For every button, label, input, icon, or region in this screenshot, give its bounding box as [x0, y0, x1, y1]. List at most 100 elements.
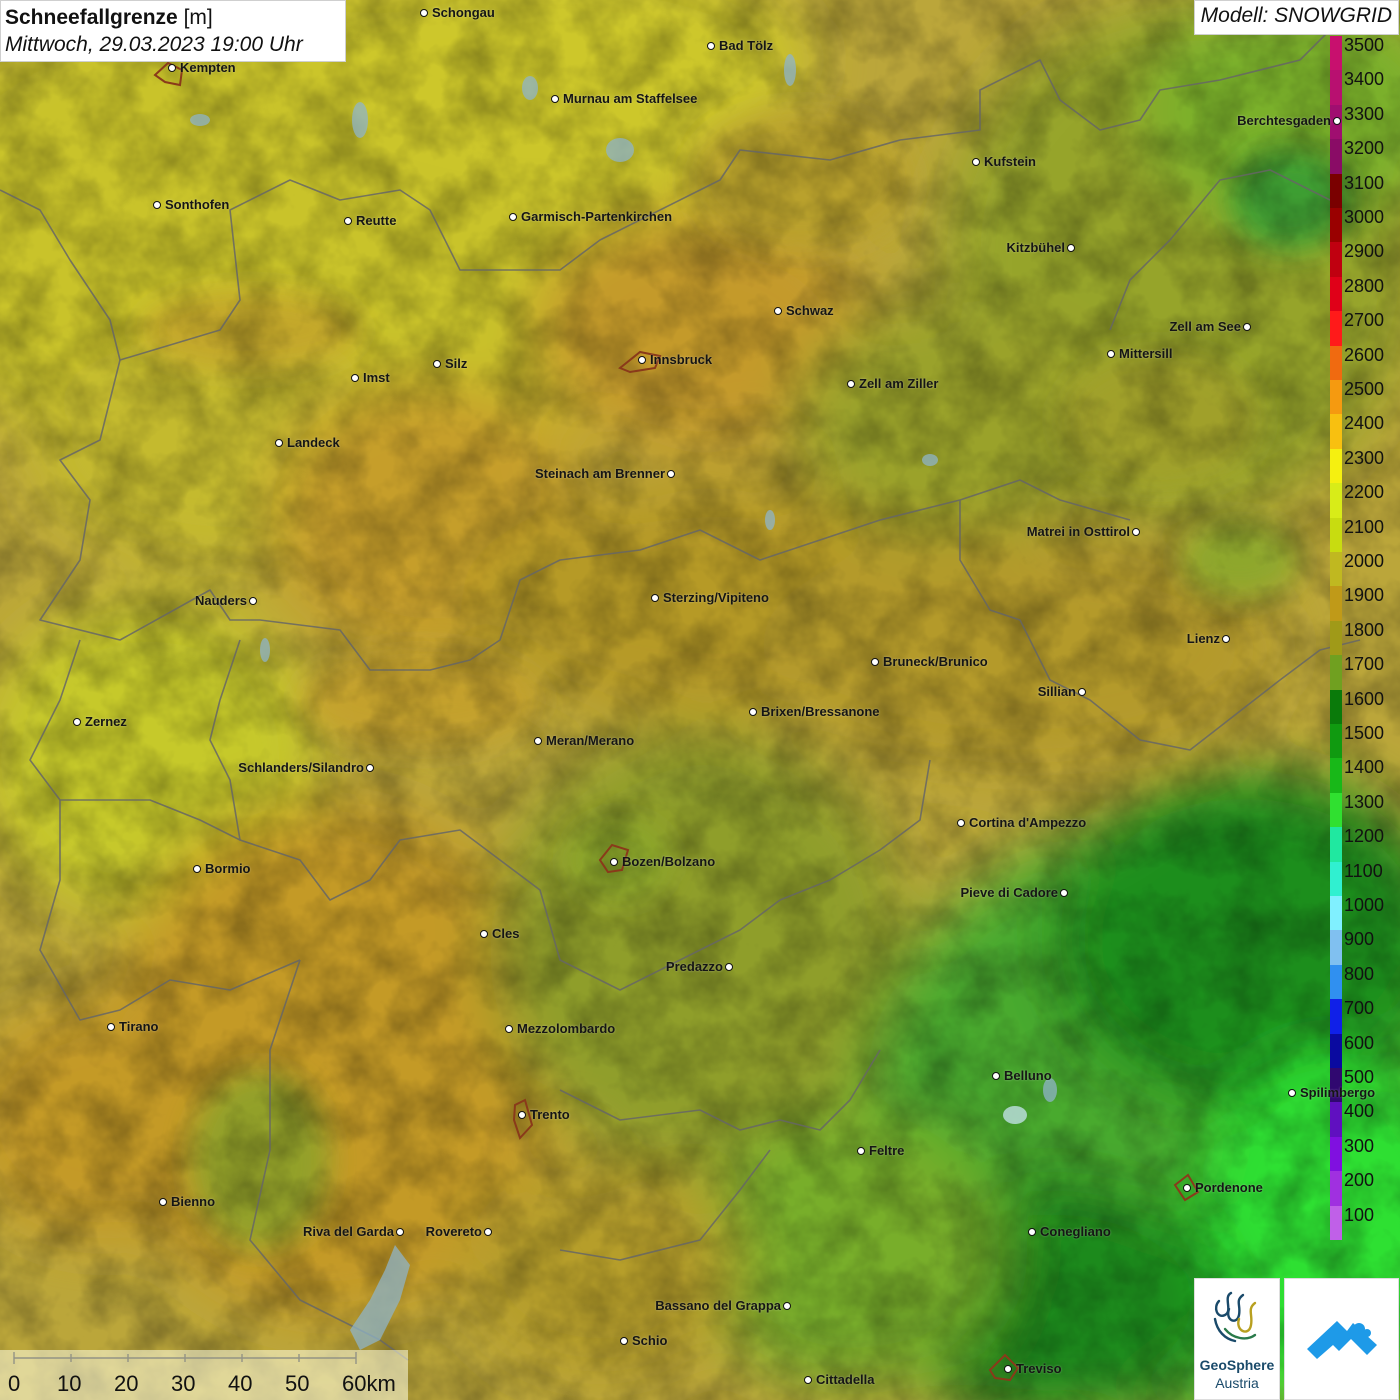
city-marker — [1333, 117, 1341, 125]
city-label: Sonthofen — [165, 197, 230, 212]
legend-label: 100 — [1344, 1204, 1375, 1225]
legend-label: 1900 — [1344, 585, 1385, 606]
snow-logo — [1284, 1278, 1399, 1400]
scale-bar: 0 10 20 30 40 50 60km — [0, 1350, 408, 1400]
legend-label: 800 — [1344, 963, 1375, 984]
color-legend: 3500 3400 3300 3200 3100 3000 2900 2800 2700 2600… — [1330, 35, 1400, 1240]
legend-entry: 3200 — [1330, 138, 1400, 174]
city-marker — [534, 737, 542, 745]
legend-swatch — [1330, 758, 1342, 793]
city-label: Riva del Garda — [302, 1224, 394, 1239]
legend-entry: 1300 — [1330, 791, 1400, 828]
legend-swatch — [1330, 311, 1342, 346]
city-label: Sillian — [1037, 684, 1076, 699]
legend-swatch — [1330, 1136, 1342, 1172]
scale-tick-label: 10 — [57, 1371, 82, 1396]
city-label: Nauders — [194, 593, 247, 608]
city-marker — [153, 201, 161, 209]
city-marker — [725, 963, 733, 971]
city-marker — [275, 439, 283, 447]
legend-entry: 1900 — [1330, 585, 1400, 621]
city-marker — [1183, 1184, 1191, 1192]
legend-swatch — [1330, 827, 1342, 862]
legend-label: 700 — [1344, 998, 1375, 1019]
legend-label: 300 — [1344, 1135, 1375, 1156]
legend-label: 2300 — [1344, 447, 1385, 468]
city-marker — [159, 1198, 167, 1206]
city-label: Trento — [530, 1107, 570, 1122]
legend-label: 1000 — [1344, 895, 1385, 915]
legend-label: 1500 — [1344, 723, 1385, 743]
city-marker — [366, 764, 374, 772]
city-marker — [73, 718, 81, 726]
city-marker — [774, 307, 782, 315]
city-label: Bruneck/Brunico — [883, 654, 988, 669]
legend-entry: 800 — [1330, 963, 1400, 1000]
legend-label: 400 — [1344, 1101, 1375, 1122]
city-marker — [249, 597, 257, 605]
scale-tick-label: 60km — [342, 1371, 396, 1396]
city-label: Pieve di Cadore — [960, 885, 1058, 900]
city-label: Zell am See — [1169, 319, 1241, 334]
city-marker — [168, 64, 176, 72]
city-label: Schlanders/Silandro — [238, 760, 364, 775]
city-marker — [1107, 350, 1115, 358]
legend-swatch — [1330, 173, 1342, 208]
legend-label: 2200 — [1344, 482, 1385, 503]
city-marker — [783, 1302, 791, 1310]
city-marker — [1222, 635, 1230, 643]
legend-swatch — [1330, 1033, 1342, 1068]
city-label: Cortina d'Ampezzo — [969, 815, 1087, 830]
geosphere-logo: GeoSphere Austria — [1194, 1278, 1280, 1400]
city-marker — [1243, 323, 1251, 331]
legend-label: 3100 — [1344, 172, 1385, 193]
city-label: Murnau am Staffelsee — [563, 91, 698, 106]
legend-entry: 2700 — [1330, 310, 1400, 346]
legend-label: 2700 — [1344, 310, 1385, 331]
legend-swatch — [1330, 139, 1342, 174]
legend-label: 900 — [1344, 929, 1375, 950]
legend-label: 2500 — [1344, 379, 1385, 399]
city-label: Bienno — [171, 1194, 216, 1209]
city-marker — [1132, 528, 1140, 536]
city-marker — [667, 470, 675, 478]
city-marker — [344, 217, 352, 225]
city-label: Spilimbergo — [1300, 1085, 1376, 1100]
legend-label: 2400 — [1344, 413, 1385, 434]
legend-entry: 1200 — [1330, 826, 1400, 862]
city-label: Tirano — [119, 1019, 159, 1034]
city-label: Predazzo — [665, 959, 723, 974]
legend-label: 3400 — [1344, 69, 1385, 90]
city-marker — [396, 1228, 404, 1236]
city-marker — [638, 356, 646, 364]
legend-label: 1700 — [1344, 654, 1385, 675]
legend-swatch — [1330, 276, 1342, 312]
legend-entry: 3100 — [1330, 172, 1400, 208]
city-label: Reutte — [356, 213, 397, 228]
legend-swatch — [1330, 861, 1342, 896]
legend-label: 2800 — [1344, 275, 1385, 296]
model-label: Modell: SNOWGRID — [1193, 0, 1399, 35]
legend-label: 2000 — [1344, 551, 1385, 571]
city-label: Belluno — [1004, 1068, 1052, 1083]
legend-swatch — [1330, 414, 1342, 449]
legend-entry: 1500 — [1330, 723, 1400, 759]
legend-label: 1300 — [1344, 791, 1385, 812]
legend-entry: 1100 — [1330, 860, 1400, 896]
city-marker — [610, 858, 618, 866]
city-label: Kempten — [180, 60, 236, 75]
city-marker — [193, 865, 201, 873]
legend-label: 1100 — [1344, 860, 1383, 881]
city-label: Bad Tölz — [719, 38, 774, 53]
geosphere-emblem-icon — [1213, 1291, 1257, 1343]
legend-swatch — [1330, 724, 1342, 759]
legend-entry: 3400 — [1330, 69, 1400, 105]
legend-label: 2900 — [1344, 241, 1385, 262]
legend-swatch — [1330, 930, 1342, 965]
city-label: Silz — [445, 356, 468, 371]
title-panel: Schneefallgrenze [m] Mittwoch, 29.03.202… — [0, 0, 346, 62]
city-marker — [857, 1147, 865, 1155]
city-label: Schwaz — [786, 303, 834, 318]
city-marker — [433, 360, 441, 368]
legend-entry: 3000 — [1330, 207, 1400, 243]
